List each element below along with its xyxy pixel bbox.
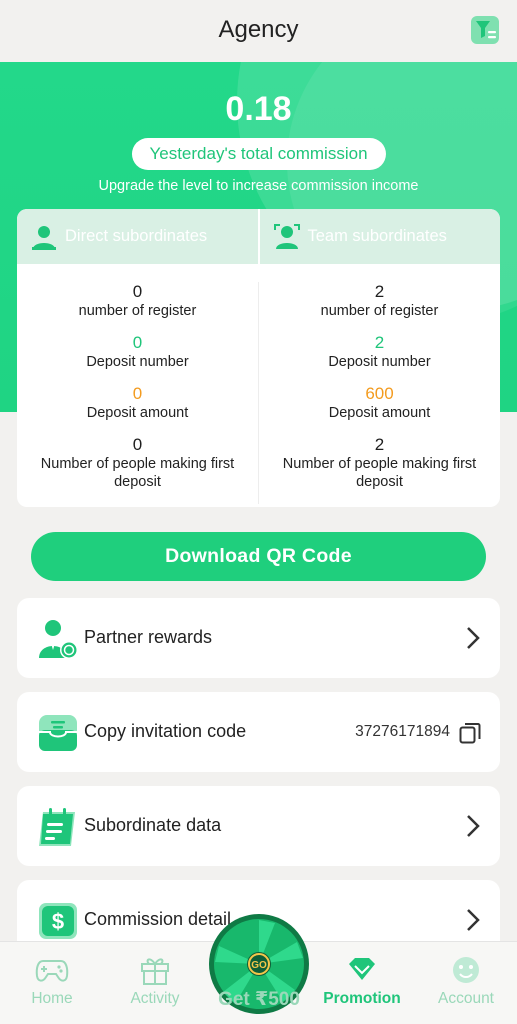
tab-home-label: Home [31, 990, 73, 1007]
partner-rewards-item[interactable]: Partner rewards [17, 598, 500, 678]
tab-activity[interactable]: Activity [105, 954, 205, 1008]
tab-activity-label: Activity [130, 990, 180, 1007]
direct-subordinates-title: Direct subordinates [65, 227, 208, 245]
get-reward-label[interactable]: Get ₹500 [200, 988, 318, 1011]
team-register-label: number of register [320, 303, 439, 319]
direct-register-value: 0 [132, 282, 143, 301]
diamond-icon [349, 958, 375, 980]
direct-first-deposit-label: Number of people making first deposit [40, 456, 235, 490]
team-subordinates-header: Team subordinates [260, 209, 501, 264]
commission-label-pill: Yesterday's total commission [131, 138, 386, 170]
direct-stats-column: 0 number of register 0 Deposit number 0 … [17, 282, 259, 504]
stats-body: 0 number of register 0 Deposit number 0 … [17, 264, 500, 504]
filter-list-icon[interactable] [471, 16, 499, 44]
tab-promotion[interactable]: Promotion [312, 954, 412, 1008]
team-stats-column: 2 number of register 2 Deposit number 60… [259, 282, 500, 504]
top-bar: Agency [0, 0, 517, 62]
team-register-value: 2 [374, 282, 385, 301]
team-subordinates-title: Team subordinates [307, 227, 447, 245]
team-first-deposit-label: Number of people making first deposit [282, 456, 477, 490]
calendar-list-icon [39, 808, 75, 846]
direct-deposit-number-value: 0 [132, 333, 143, 352]
tab-promotion-label: Promotion [323, 990, 401, 1007]
copy-invitation-code-item[interactable]: Copy invitation code 37276171894 [17, 692, 500, 772]
copy-invitation-label: Copy invitation code [84, 721, 247, 741]
subordinate-data-label: Subordinate data [84, 815, 222, 835]
gamepad-icon [35, 960, 69, 982]
team-deposit-number-label: Deposit number [328, 354, 431, 370]
chevron-right-icon [467, 815, 480, 837]
team-icon [273, 223, 300, 249]
svg-text:$: $ [52, 909, 64, 934]
subordinates-stats-card: Direct subordinates Team subordinates 0 … [17, 209, 500, 507]
svg-text:GO: GO [251, 960, 267, 971]
team-deposit-amount-value: 600 [365, 384, 394, 403]
direct-deposit-number-label: Deposit number [86, 354, 189, 370]
team-deposit-number-value: 2 [374, 333, 385, 352]
direct-deposit-amount-value: 0 [132, 384, 143, 403]
copy-icon[interactable] [459, 722, 481, 744]
smiley-icon [453, 957, 479, 983]
chevron-right-icon [467, 627, 480, 649]
direct-subordinates-header: Direct subordinates [17, 209, 260, 264]
commission-amount: 0.18 [225, 90, 292, 128]
person-icon [32, 225, 56, 250]
tab-home[interactable]: Home [2, 954, 102, 1008]
gift-icon [141, 958, 169, 985]
invitation-code-value: 37276171894 [355, 723, 450, 740]
chevron-right-icon [467, 909, 480, 931]
subordinate-data-item[interactable]: Subordinate data [17, 786, 500, 866]
partner-rewards-label: Partner rewards [84, 627, 213, 647]
upgrade-note: Upgrade the level to increase commission… [98, 178, 419, 194]
dollar-icon: $ [39, 903, 77, 939]
page-title: Agency [218, 16, 299, 43]
direct-first-deposit-value: 0 [132, 435, 143, 454]
direct-deposit-amount-label: Deposit amount [86, 405, 189, 421]
stats-header: Direct subordinates Team subordinates [17, 209, 500, 264]
tab-account[interactable]: Account [416, 954, 516, 1008]
team-first-deposit-value: 2 [374, 435, 385, 454]
download-qr-code-button[interactable]: Download QR Code [31, 532, 486, 581]
inbox-icon [39, 715, 77, 751]
direct-register-label: number of register [78, 303, 197, 319]
team-deposit-amount-label: Deposit amount [328, 405, 431, 421]
partner-rewards-icon [39, 620, 78, 659]
tab-account-label: Account [437, 990, 494, 1007]
